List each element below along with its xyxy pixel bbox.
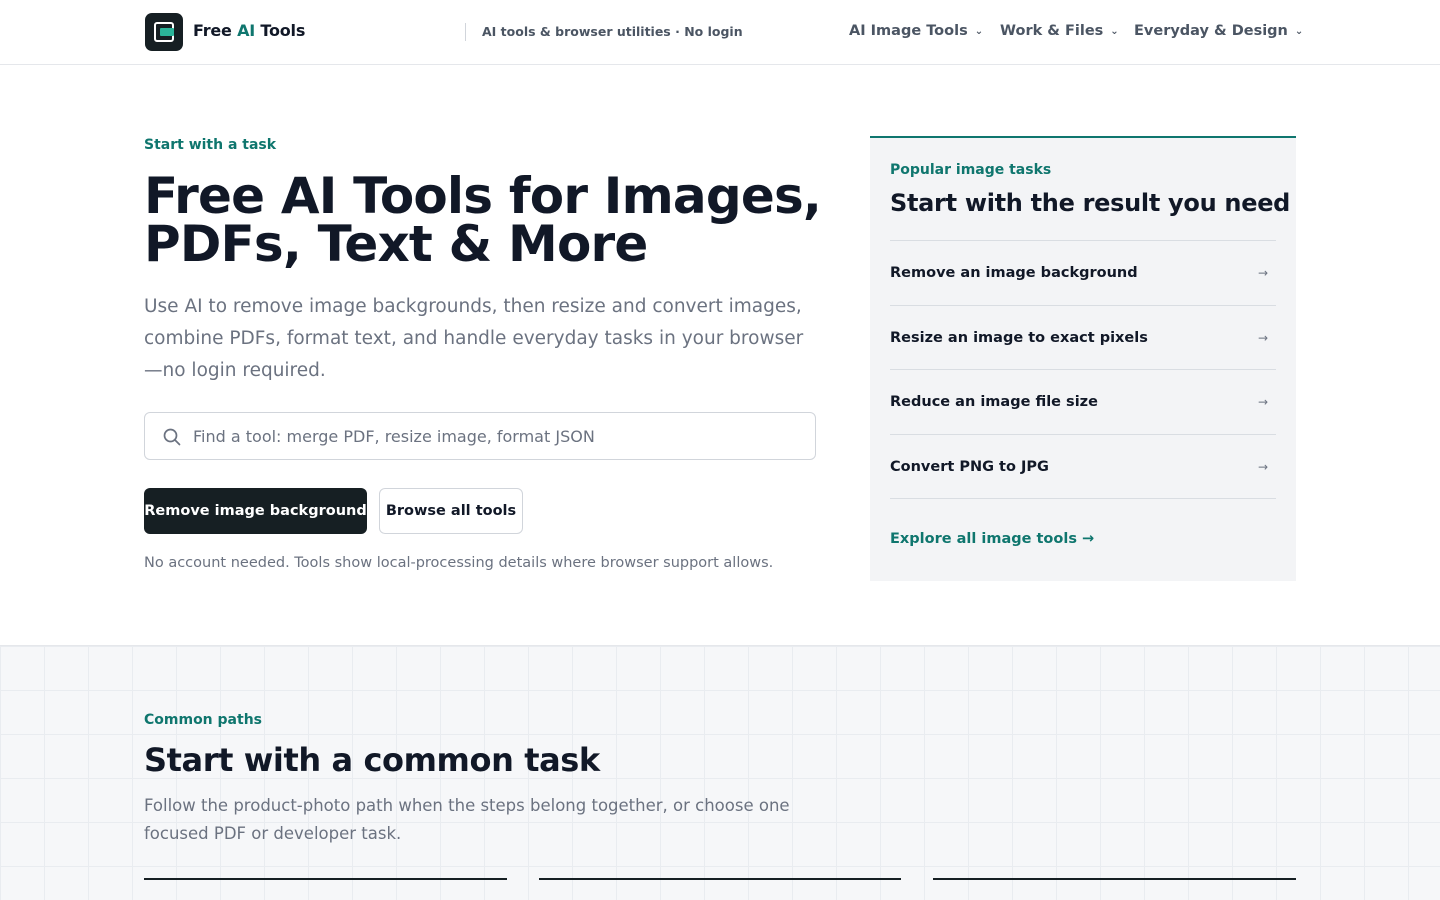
nav-label: Everyday & Design	[1134, 23, 1288, 39]
tagline: AI tools & browser utilities · No login	[482, 24, 743, 39]
common-paths-section: Common paths Start with a common task Fo…	[0, 645, 1440, 900]
search-icon	[163, 428, 181, 446]
site-header: Free AI Tools AI tools & browser utiliti…	[0, 0, 1440, 65]
task-label: Convert PNG to JPG	[890, 458, 1049, 475]
nav-label: AI Image Tools	[849, 23, 968, 39]
remove-background-button[interactable]: Remove image background	[144, 488, 367, 534]
hero-note: No account needed. Tools show local-proc…	[144, 555, 774, 571]
popular-task-reduce-size[interactable]: Reduce an image file size →	[890, 370, 1276, 435]
nav-everyday-design[interactable]: Everyday & Design ⌄	[1134, 23, 1303, 39]
page-title: Free AI Tools for Images, PDFs, Text & M…	[144, 167, 822, 273]
chevron-down-icon: ⌄	[974, 26, 984, 37]
section-title: Start with a common task	[144, 741, 600, 779]
chevron-down-icon: ⌄	[1110, 26, 1119, 37]
section-eyebrow: Common paths	[144, 712, 262, 728]
popular-tasks-panel: Popular image tasks Start with the resul…	[870, 136, 1296, 581]
popular-task-list: Remove an image background → Resize an i…	[890, 240, 1276, 499]
card-top-border	[933, 878, 1296, 880]
card-top-border	[144, 878, 507, 880]
panel-title: Start with the result you need	[890, 189, 1291, 217]
chevron-down-icon: ⌄	[1294, 26, 1304, 37]
task-label: Resize an image to exact pixels	[890, 329, 1148, 346]
explore-image-tools-link[interactable]: Explore all image tools →	[890, 531, 1094, 547]
card-top-border	[539, 878, 901, 880]
panel-eyebrow: Popular image tasks	[890, 162, 1052, 178]
popular-task-resize-image[interactable]: Resize an image to exact pixels →	[890, 306, 1276, 370]
hero-eyebrow: Start with a task	[144, 137, 277, 153]
search-box[interactable]	[144, 412, 816, 460]
nav-work-files[interactable]: Work & Files ⌄	[1000, 23, 1119, 39]
popular-task-remove-background[interactable]: Remove an image background →	[890, 241, 1276, 306]
brand-name[interactable]: Free AI Tools	[193, 21, 305, 40]
tagline-divider	[465, 23, 466, 41]
browse-all-tools-button[interactable]: Browse all tools	[379, 488, 523, 534]
popular-task-png-to-jpg[interactable]: Convert PNG to JPG →	[890, 435, 1276, 499]
nav-label: Work & Files	[1000, 23, 1104, 39]
task-label: Reduce an image file size	[890, 394, 1098, 410]
hero-description: Use AI to remove image backgrounds, then…	[144, 296, 804, 381]
search-input[interactable]	[193, 419, 793, 453]
nav-ai-image-tools[interactable]: AI Image Tools ⌄	[849, 23, 983, 39]
arrow-right-icon: →	[1257, 266, 1268, 280]
arrow-right-icon: →	[1257, 330, 1268, 345]
arrow-right-icon: →	[1257, 459, 1268, 474]
logo-icon[interactable]	[145, 13, 183, 51]
arrow-right-icon: →	[1257, 395, 1268, 409]
task-label: Remove an image background	[890, 265, 1138, 281]
section-description: Follow the product-photo path when the s…	[144, 796, 790, 843]
